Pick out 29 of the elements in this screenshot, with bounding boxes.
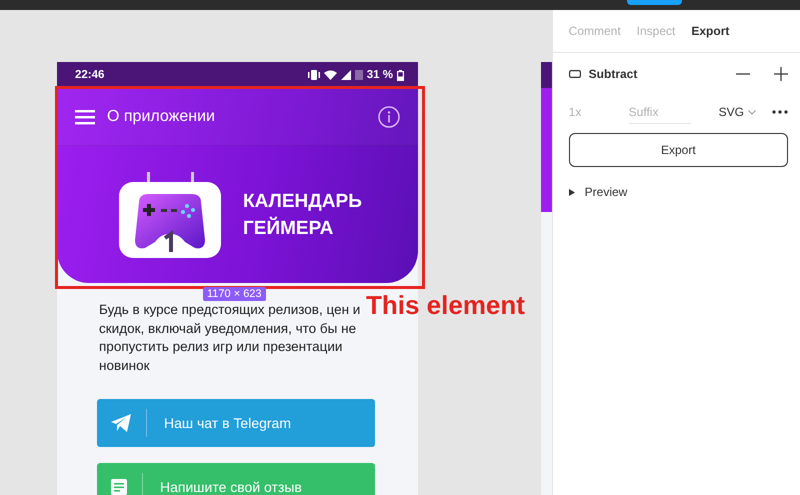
panel-tab[interactable]: Export — [691, 24, 730, 38]
export-button[interactable]: Export — [568, 133, 788, 167]
paper-plane-icon — [111, 414, 131, 432]
frame-icon — [568, 70, 581, 78]
app-name: КАЛЕНДАРЬ ГЕЙМЕРА — [243, 190, 362, 240]
app-bar-title: О приложении — [107, 108, 216, 126]
preview-toggle[interactable]: Preview — [552, 185, 800, 199]
no-sim-icon — [354, 70, 363, 80]
scale-value: 1x — [568, 105, 582, 119]
toolbar-button[interactable] — [627, 0, 682, 5]
battery-percent: 31 % — [366, 69, 393, 81]
wifi-icon — [324, 70, 337, 80]
vibrate-icon — [308, 70, 320, 80]
calendar-gamepad-icon — [119, 172, 221, 258]
message-icon — [111, 479, 127, 495]
size-label: 1170 × 623 — [203, 287, 266, 301]
description-text: Будь в курсе предстоящих релизов, цен и скидок, включай уведомления, что бы не пропустить релиз игр или презентации новинок — [99, 301, 361, 374]
signal-icon — [340, 70, 351, 80]
annotation-text: This element — [366, 290, 525, 321]
format-dropdown[interactable]: SVG — [718, 105, 756, 119]
hamburger-menu-icon[interactable] — [75, 108, 95, 124]
triangle-icon — [568, 188, 575, 196]
more-options-icon[interactable] — [772, 110, 788, 114]
chevron-down-icon — [748, 110, 756, 114]
clock: 22:46 — [75, 69, 104, 81]
layer-name: Subtract — [588, 67, 638, 81]
plus-icon[interactable] — [774, 67, 788, 81]
info-icon[interactable] — [378, 106, 400, 128]
battery-icon — [397, 70, 404, 80]
